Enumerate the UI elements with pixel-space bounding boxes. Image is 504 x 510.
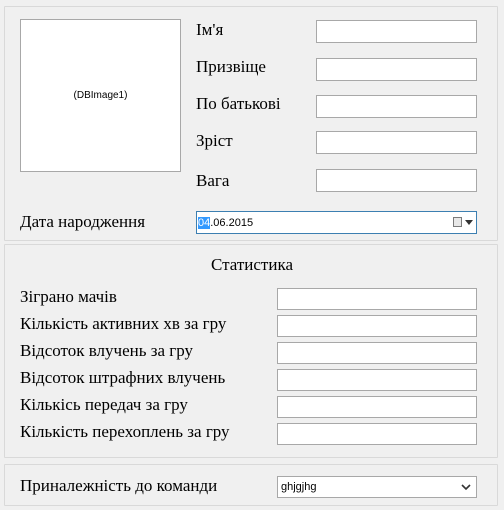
stats-label-active-minutes: Кількість активних хв за гру: [20, 314, 227, 333]
dropdown-arrow-icon: [465, 220, 473, 225]
height-field[interactable]: [316, 131, 477, 154]
team-label: Приналежність до команди: [20, 476, 218, 495]
birth-date-rest: .06.2015: [210, 217, 254, 229]
team-selected-value: ghjgjhg: [281, 481, 317, 493]
chevron-down-icon: [461, 484, 471, 491]
stats-label-matches: Зіграно мачів: [20, 287, 117, 306]
patronymic-field[interactable]: [316, 95, 477, 118]
photo-caption: (DBImage1): [73, 90, 128, 101]
stats-field-passes[interactable]: [277, 396, 477, 418]
stats-field-matches[interactable]: [277, 288, 477, 310]
stats-field-interceptions[interactable]: [277, 423, 477, 445]
stats-label-free-throw-percent: Відсоток штрафних влучень: [20, 368, 226, 387]
birth-date-label: Дата народження: [20, 212, 146, 231]
last-name-label: Призвіще: [196, 57, 266, 76]
patronymic-label: По батькові: [196, 94, 281, 113]
statistics-title: Статистика: [210, 255, 293, 274]
birth-date-day: 04: [198, 217, 211, 229]
last-name-field[interactable]: [316, 58, 477, 81]
photo-image[interactable]: (DBImage1): [20, 19, 181, 172]
stats-label-passes: Кількісь передач за гру: [20, 395, 188, 414]
calendar-icon: [453, 217, 462, 227]
height-label: Зріст: [196, 131, 233, 150]
stats-label-hit-percent: Відсоток влучень за гру: [20, 341, 193, 360]
calendar-dropdown-icon[interactable]: [451, 215, 473, 230]
birth-date-text: 04.06.2015: [198, 216, 253, 230]
weight-label: Вага: [196, 171, 230, 190]
first-name-label: Ім'я: [196, 20, 224, 39]
stats-field-free-throw-percent[interactable]: [277, 369, 477, 391]
first-name-field[interactable]: [316, 20, 477, 43]
weight-field[interactable]: [316, 169, 477, 192]
birth-date-picker[interactable]: 04.06.2015: [196, 211, 477, 234]
stats-field-active-minutes[interactable]: [277, 315, 477, 337]
stats-label-interceptions: Кількість перехоплень за гру: [20, 422, 230, 441]
stats-field-hit-percent[interactable]: [277, 342, 477, 364]
team-select[interactable]: ghjgjhg: [277, 476, 477, 498]
